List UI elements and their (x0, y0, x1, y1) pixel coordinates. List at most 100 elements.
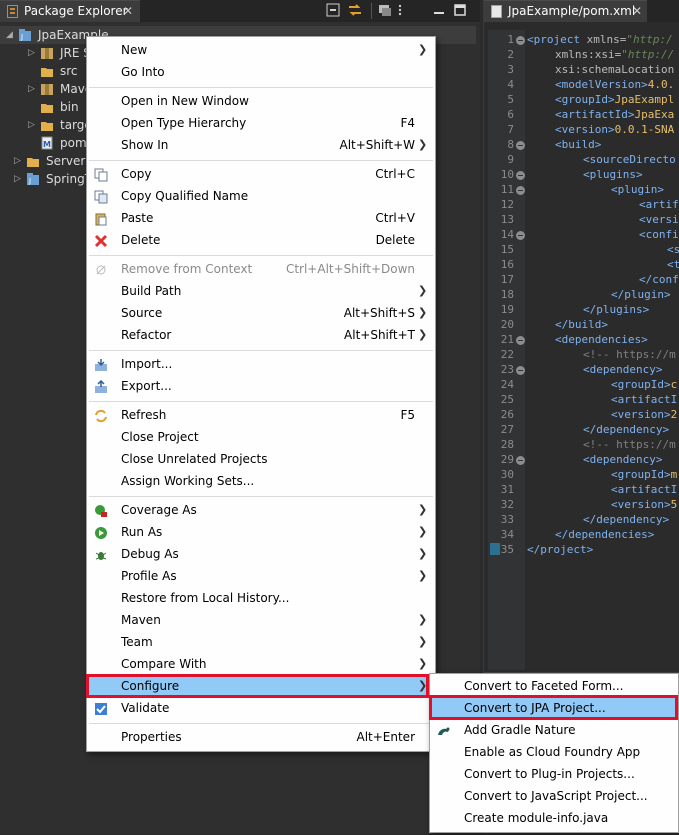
menu-item-debug-as[interactable]: Debug As ❯ (87, 543, 435, 565)
maximize-icon[interactable] (453, 3, 467, 17)
menu-item-refactor[interactable]: Refactor Alt+Shift+T ❯ (87, 324, 435, 346)
submenu-item-convert-to-jpa-project[interactable]: Convert to JPA Project... (430, 697, 678, 719)
expand-arrow-icon[interactable]: ▷ (28, 44, 38, 62)
line-number: 17 (500, 273, 514, 286)
fold-toggle-icon[interactable] (516, 456, 525, 465)
expand-arrow-icon[interactable]: ▷ (28, 116, 38, 134)
menu-item-configure[interactable]: Configure ❯ (87, 675, 435, 697)
submenu-item-convert-to-faceted-form[interactable]: Convert to Faceted Form... (430, 675, 678, 697)
menu-item-maven[interactable]: Maven ❯ (87, 609, 435, 631)
fold-toggle-icon[interactable] (516, 366, 525, 375)
fold-toggle-icon[interactable] (516, 36, 525, 45)
menu-item-properties[interactable]: Properties Alt+Enter (87, 726, 435, 748)
code-area[interactable]: <project xmlns="http:/ xmlns:xsi="http://… (526, 30, 679, 670)
menu-item-coverage-as[interactable]: Coverage As ❯ (87, 499, 435, 521)
submenu-item-label: Add Gradle Nature (464, 723, 576, 737)
line-number: 24 (500, 378, 514, 391)
menu-item-go-into[interactable]: Go Into (87, 61, 435, 83)
gradle-icon (437, 723, 451, 737)
menu-item-label: Show In (121, 138, 169, 152)
context-menu: New ❯ Go Into Open in New Window Open Type H… (86, 36, 436, 752)
menu-item-compare-with[interactable]: Compare With ❯ (87, 653, 435, 675)
menu-item-delete[interactable]: Delete Delete (87, 229, 435, 251)
menu-item-new[interactable]: New ❯ (87, 39, 435, 61)
menu-item-profile-as[interactable]: Profile As ❯ (87, 565, 435, 587)
menu-item-validate[interactable]: Validate (87, 697, 435, 719)
menu-item-shortcut: Alt+Enter (356, 730, 415, 744)
menu-item-label: Maven (121, 613, 161, 627)
package-explorer-icon (7, 5, 18, 18)
submenu-item-label: Convert to JPA Project... (464, 701, 606, 715)
submenu-arrow-icon: ❯ (418, 547, 428, 560)
menu-item-open-type-hierarchy[interactable]: Open Type Hierarchy F4 (87, 112, 435, 134)
menu-item-open-in-new-window[interactable]: Open in New Window (87, 90, 435, 112)
fold-toggle-icon[interactable] (516, 336, 525, 345)
menu-item-import[interactable]: Import... (87, 353, 435, 375)
line-number: 32 (500, 498, 514, 511)
link-with-editor-icon[interactable] (348, 3, 362, 17)
menu-item-restore-from-local-history[interactable]: Restore from Local History... (87, 587, 435, 609)
code-line: xsi:schemaLocation (555, 63, 675, 76)
menu-item-label: Team (121, 635, 153, 649)
expand-arrow-icon[interactable]: ▷ (14, 152, 24, 170)
fold-toggle-icon[interactable] (516, 186, 525, 195)
submenu-arrow-icon: ❯ (418, 328, 428, 341)
submenu-item-convert-to-javascript-project[interactable]: Convert to JavaScript Project... (430, 785, 678, 807)
fold-toggle-icon[interactable] (516, 171, 525, 180)
close-icon[interactable]: ✕ (632, 4, 642, 18)
menu-item-close-project[interactable]: Close Project (87, 426, 435, 448)
library-icon (40, 82, 54, 96)
line-number: 1 (507, 33, 514, 46)
folder-icon (26, 154, 40, 168)
line-number: 26 (500, 408, 514, 421)
folder-icon (40, 100, 54, 114)
line-number: 14 (500, 228, 514, 241)
close-icon[interactable]: ✕ (123, 4, 133, 18)
collapse-all-icon[interactable] (326, 3, 340, 17)
submenu-arrow-icon: ❯ (418, 657, 428, 670)
submenu-item-enable-as-cloud-foundry-app[interactable]: Enable as Cloud Foundry App (430, 741, 678, 763)
run-icon (94, 525, 108, 539)
tab-pom-xml[interactable]: JpaExample/pom.xml ✕ (484, 0, 647, 22)
fold-toggle-icon[interactable] (516, 231, 525, 240)
menu-item-assign-working-sets[interactable]: Assign Working Sets... (87, 470, 435, 492)
menu-item-refresh[interactable]: Refresh F5 (87, 404, 435, 426)
menu-item-export[interactable]: Export... (87, 375, 435, 397)
fold-toggle-icon[interactable] (516, 141, 525, 150)
menu-item-shortcut: F4 (400, 116, 415, 130)
menu-item-build-path[interactable]: Build Path ❯ (87, 280, 435, 302)
line-number: 15 (500, 243, 514, 256)
menu-item-shortcut: Delete (375, 233, 415, 247)
code-line: <version>2 (611, 408, 678, 421)
view-menu-icon[interactable] (393, 3, 407, 17)
menu-item-label: Close Project (121, 430, 199, 444)
editor-tab-bar: JpaExample/pom.xml ✕ (484, 0, 679, 22)
tab-package-explorer[interactable]: Package Explorer ✕ (0, 0, 140, 22)
submenu-item-add-gradle-nature[interactable]: Add Gradle Nature (430, 719, 678, 741)
filters-icon[interactable] (378, 3, 392, 17)
menu-item-show-in[interactable]: Show In Alt+Shift+W ❯ (87, 134, 435, 156)
svg-text:J: J (20, 33, 23, 41)
code-line: <groupId>c (611, 378, 678, 391)
menu-item-paste[interactable]: Paste Ctrl+V (87, 207, 435, 229)
menu-item-copy[interactable]: Copy Ctrl+C (87, 163, 435, 185)
code-line: <!-- https://m (583, 348, 676, 361)
line-number: 13 (500, 213, 514, 226)
menu-item-close-unrelated-projects[interactable]: Close Unrelated Projects (87, 448, 435, 470)
expand-arrow-icon[interactable]: ▷ (28, 80, 38, 98)
submenu-item-create-module-info-java[interactable]: Create module-info.java (430, 807, 678, 829)
menu-item-label: Copy Qualified Name (121, 189, 249, 203)
line-number: 11 (500, 183, 514, 196)
line-number: 12 (500, 198, 514, 211)
expand-arrow-icon[interactable]: ▷ (14, 170, 24, 188)
minimize-icon[interactable] (432, 3, 446, 17)
expand-arrow-icon[interactable]: ◢ (6, 26, 16, 44)
menu-item-source[interactable]: Source Alt+Shift+S ❯ (87, 302, 435, 324)
menu-item-run-as[interactable]: Run As ❯ (87, 521, 435, 543)
menu-item-copy-qualified-name[interactable]: Copy Qualified Name (87, 185, 435, 207)
submenu-item-convert-to-plug-in-projects[interactable]: Convert to Plug-in Projects... (430, 763, 678, 785)
menu-item-label: Run As (121, 525, 163, 539)
configure-submenu: Convert to Faceted Form... Convert to JPA… (429, 673, 679, 833)
menu-item-team[interactable]: Team ❯ (87, 631, 435, 653)
menu-item-shortcut: Alt+Shift+S (343, 306, 415, 320)
